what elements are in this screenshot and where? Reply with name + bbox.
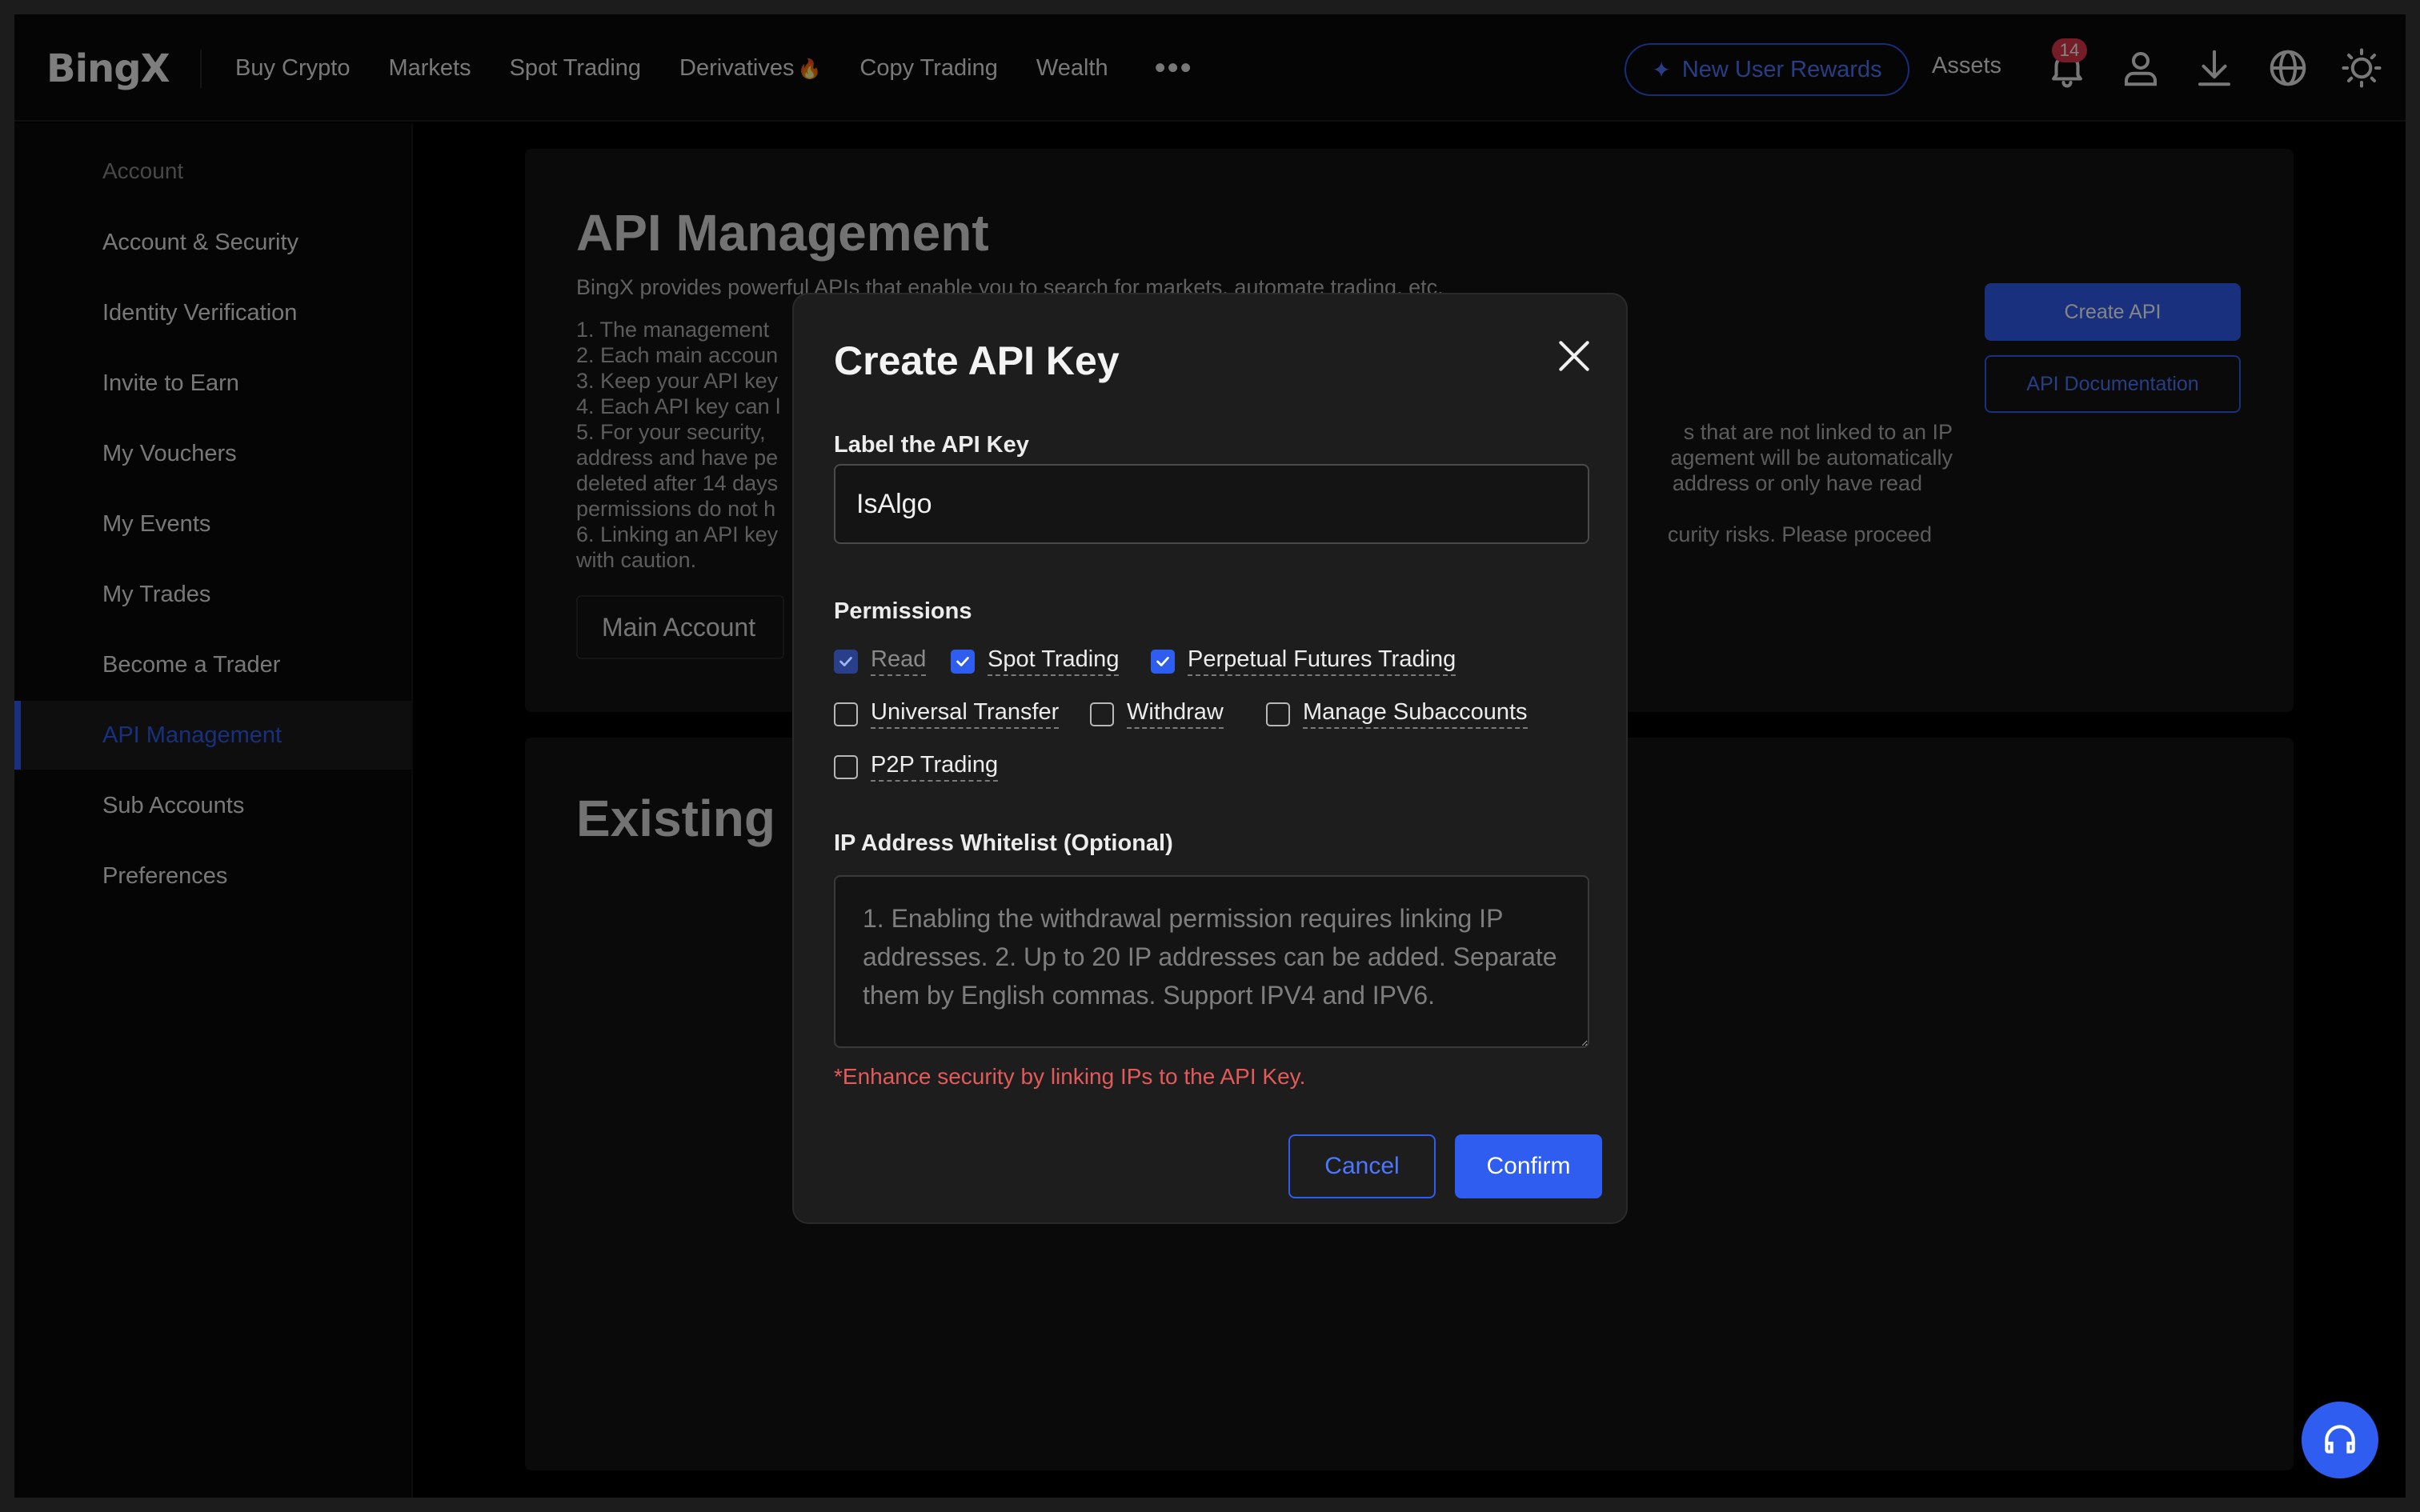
permission-spot-trading[interactable]: Spot Trading: [951, 646, 1120, 676]
permission-label: Withdraw: [1127, 699, 1224, 729]
app-window: BingX Buy Crypto Markets Spot Trading De…: [14, 14, 2406, 1498]
headset-icon: [2325, 1425, 2355, 1454]
ip-whitelist-heading: IP Address Whitelist (Optional): [834, 830, 1173, 856]
cancel-button[interactable]: Cancel: [1288, 1134, 1436, 1198]
dialog-title: Create API Key: [834, 338, 1120, 383]
api-key-label-input[interactable]: [834, 464, 1589, 544]
checkbox-icon[interactable]: [1266, 702, 1290, 726]
permission-label: Manage Subaccounts: [1303, 699, 1528, 729]
permission-read: Read: [834, 646, 927, 676]
permissions-heading: Permissions: [834, 598, 972, 624]
create-api-key-dialog: Create API Key Label the API Key Permiss…: [792, 293, 1628, 1224]
permission-universal-transfer[interactable]: Universal Transfer: [834, 699, 1060, 729]
checkbox-checked-icon[interactable]: [1151, 649, 1175, 674]
permission-label: Spot Trading: [988, 646, 1120, 676]
permission-withdraw[interactable]: Withdraw: [1090, 699, 1224, 729]
checkbox-checked-icon[interactable]: [951, 649, 975, 674]
permission-label: Perpetual Futures Trading: [1188, 646, 1456, 676]
permission-manage-subaccounts[interactable]: Manage Subaccounts: [1266, 699, 1528, 729]
checkbox-icon[interactable]: [1090, 702, 1114, 726]
permission-label: P2P Trading: [871, 752, 999, 782]
checkbox-icon[interactable]: [834, 754, 858, 779]
permission-perpetual-futures-trading[interactable]: Perpetual Futures Trading: [1151, 646, 1456, 676]
permission-label: Universal Transfer: [871, 699, 1060, 729]
label-field-heading: Label the API Key: [834, 432, 1029, 458]
checkbox-icon[interactable]: [834, 702, 858, 726]
close-icon[interactable]: [1554, 336, 1594, 376]
confirm-button[interactable]: Confirm: [1455, 1134, 1602, 1198]
permission-label: Read: [871, 646, 927, 676]
checkbox-checked-icon: [834, 649, 858, 674]
security-hint: *Enhance security by linking IPs to the …: [834, 1064, 1306, 1089]
support-chat-button[interactable]: [2302, 1402, 2378, 1478]
ip-whitelist-textarea[interactable]: [834, 875, 1589, 1048]
permission-p2p-trading[interactable]: P2P Trading: [834, 752, 999, 782]
